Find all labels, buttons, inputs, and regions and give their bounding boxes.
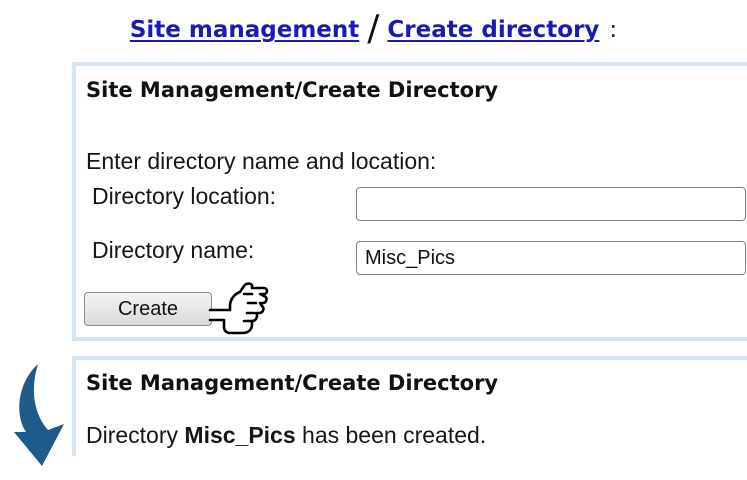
breadcrumb-link-site-management[interactable]: Site management [130,17,359,43]
pointing-hand-icon [208,282,269,335]
create-button[interactable]: Create [84,292,212,326]
form-panel-title: Site Management/Create Directory [86,78,499,102]
breadcrumb-colon: : [609,17,618,43]
directory-name-input[interactable] [356,241,746,275]
directory-location-input[interactable] [356,187,746,221]
curved-arrow-down-icon [14,364,64,466]
created-directory-name: Misc_Pics [184,422,296,448]
breadcrumb-link-create-directory[interactable]: Create directory [387,17,599,43]
form-instructions: Enter directory name and location: [86,148,437,174]
create-directory-form-panel: Site Management/Create Directory Enter d… [72,62,747,341]
directory-name-label: Directory name: [92,237,255,263]
result-panel-title: Site Management/Create Directory [86,371,499,395]
create-directory-result-panel: Site Management/Create Directory Directo… [72,356,747,456]
breadcrumb-separator: / [367,8,380,49]
result-message-prefix: Directory [86,422,179,448]
result-message: Directory Misc_Pics has been created. [86,422,486,449]
breadcrumb: Site management / Create directory: [0,6,747,53]
result-message-suffix: has been created. [302,422,487,448]
directory-location-label: Directory location: [92,183,277,209]
